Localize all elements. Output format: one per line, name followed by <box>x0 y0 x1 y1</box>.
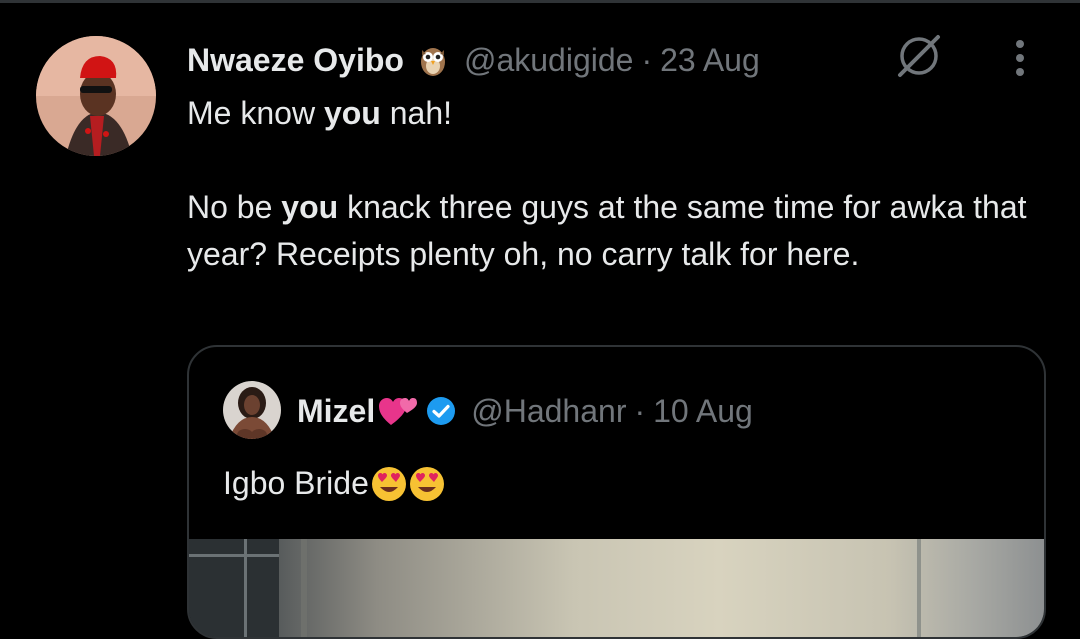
quoted-tweet-header: Mizel @Hadhanr · 10 Aug <box>297 389 753 433</box>
quoted-author-handle[interactable]: @Hadhanr <box>471 393 626 430</box>
top-divider <box>0 0 1080 3</box>
quoted-tweet-image[interactable] <box>189 539 1044 637</box>
image-door-frame <box>301 539 307 637</box>
quoted-tweet-text: Igbo Bride <box>223 465 445 502</box>
tweet-text: Me know you nah! No be you knack three g… <box>187 90 1057 278</box>
quoted-author-avatar[interactable] <box>223 381 281 439</box>
quoted-tweet-card[interactable]: Mizel @Hadhanr · 10 Aug Igbo Bride <box>187 345 1046 639</box>
author-handle[interactable]: @akudigide <box>464 42 633 79</box>
heart-eyes-emoji-icon <box>371 466 406 501</box>
quoted-text-label: Igbo Bride <box>223 465 369 501</box>
image-window-frame <box>189 554 279 557</box>
heart-eyes-emoji-icon <box>409 466 444 501</box>
quoted-tweet-date[interactable]: 10 Aug <box>653 393 753 430</box>
image-window-frame <box>244 539 247 637</box>
quoted-author-name[interactable]: Mizel <box>297 393 375 430</box>
tweet-paragraph-1: Me know you nah! <box>187 95 452 131</box>
author-name[interactable]: Nwaeze Oyibo <box>187 42 404 79</box>
more-vertical-icon[interactable] <box>1004 38 1036 80</box>
two-hearts-emoji-icon <box>379 398 418 425</box>
separator-dot: · <box>641 41 653 78</box>
verified-badge-icon <box>427 397 456 425</box>
owl-emoji-icon <box>416 43 450 77</box>
tweet-paragraph-2: No be you knack three guys at the same t… <box>187 189 1027 272</box>
author-avatar[interactable] <box>36 36 156 156</box>
tweet-date[interactable]: 23 Aug <box>660 42 760 79</box>
quoted-separator-dot: · <box>634 392 646 429</box>
grok-icon[interactable] <box>893 30 945 82</box>
tweet-header: Nwaeze Oyibo @akudigide · 23 Aug <box>187 38 760 82</box>
image-door-frame <box>917 539 921 637</box>
